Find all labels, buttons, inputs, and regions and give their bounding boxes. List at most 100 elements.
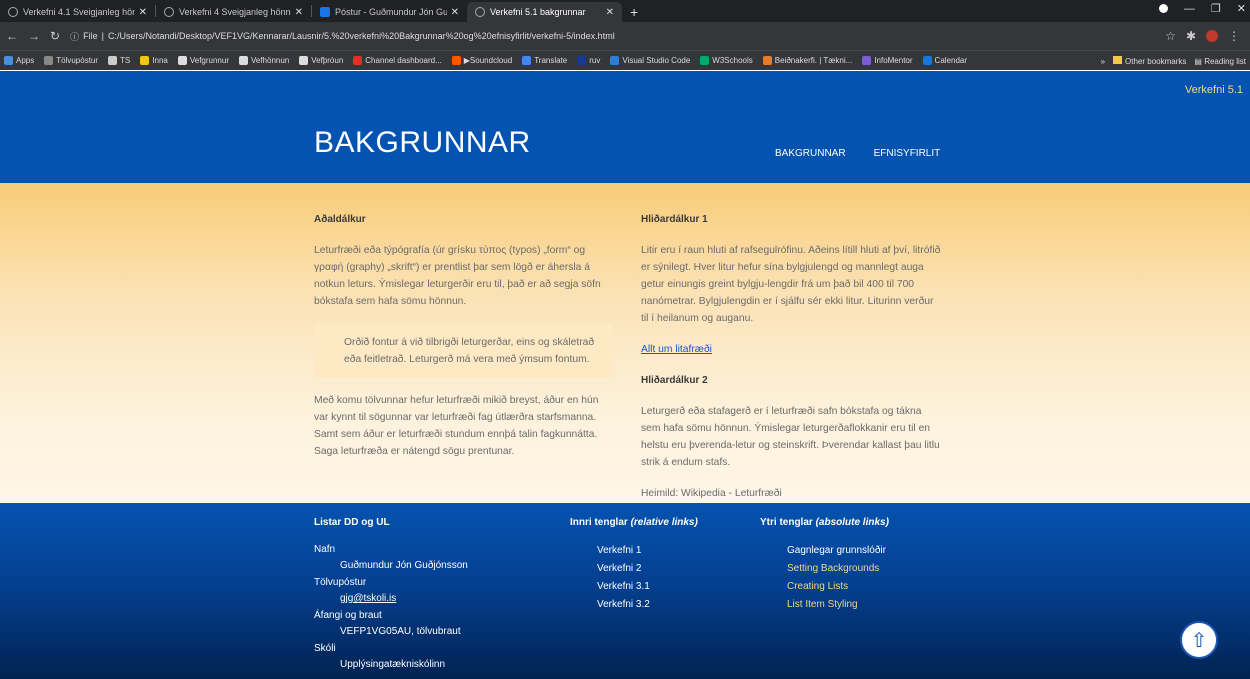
aside-paragraph-1: Litir eru í raun hluti af rafsegulrófinu… <box>641 245 941 324</box>
bookmark-item[interactable]: ruv <box>577 56 600 65</box>
forward-icon[interactable]: → <box>28 29 40 43</box>
outlook-icon <box>320 7 330 17</box>
content-area: Aðaldálkur Leturfræði eða týpógrafía (úr… <box>0 183 1250 503</box>
dl-desc: gjg@tskoli.is <box>314 591 468 607</box>
nav-link-bakgrunnar[interactable]: BAKGRUNNAR <box>775 148 846 159</box>
list-item: Gagnlegar grunnslóðir <box>760 542 889 560</box>
main-nav: BAKGRUNNAR EFNISYFIRLIT <box>775 148 940 159</box>
bookmark-label: Channel dashboard... <box>365 56 442 65</box>
list-item: Verkefni 3.2 <box>570 596 698 614</box>
absolute-link[interactable]: List Item Styling <box>787 599 858 610</box>
minimize-icon[interactable]: — <box>1184 3 1195 15</box>
bookmark-item[interactable]: TS <box>108 56 130 65</box>
address-bar[interactable]: ⓘ File | C:/Users/Notandi/Desktop/VEF1VG… <box>70 30 1155 43</box>
aside-heading-1: Hliðardálkur 1 <box>641 214 708 225</box>
close-icon[interactable]: ✕ <box>606 7 614 18</box>
site-header: Verkefni 5.1 BAKGRUNNAR BAKGRUNNAR EFNIS… <box>0 71 1250 183</box>
bookmark-item[interactable]: W3Schools <box>700 56 753 65</box>
browser-tab[interactable]: Póstur - Guðmundur Jón Guðjón ✕ <box>312 2 467 22</box>
bookmark-label: Vefþróun <box>311 56 344 65</box>
dl-term: Tölvupóstur <box>314 577 367 588</box>
relative-link[interactable]: Verkefni 3.1 <box>597 581 650 592</box>
bookmark-item[interactable]: Tölvupóstur <box>44 56 98 65</box>
browser-tab[interactable]: Verkefni 4.1 Sveigjanleg hönnun ✕ <box>0 2 155 22</box>
bookmark-item[interactable]: Calendar <box>922 56 968 65</box>
bookmark-favicon-icon <box>522 56 532 65</box>
main-paragraph-2: Með komu tölvunnar hefur leturfræði miki… <box>314 395 599 457</box>
address-separator: | <box>101 31 104 41</box>
bookmark-favicon-icon <box>353 56 363 65</box>
close-icon[interactable]: ✕ <box>139 7 147 18</box>
address-url: C:/Users/Notandi/Desktop/VEF1VG/Kennarar… <box>107 31 615 41</box>
tab-title: Póstur - Guðmundur Jón Guðjón <box>335 7 447 17</box>
window-controls: — ❐ ✕ <box>1158 2 1246 15</box>
bookmark-item[interactable]: ▶Soundcloud <box>451 56 512 65</box>
bookmark-item[interactable]: Vefþróun <box>299 56 343 65</box>
reload-icon[interactable]: ↻ <box>50 29 60 43</box>
tab-title: Verkefni 5.1 bakgrunnar <box>490 7 586 17</box>
list-item: Creating Lists <box>760 578 889 596</box>
main-paragraph-1: Leturfræði eða týpógrafía (úr grísku τύπ… <box>314 245 601 307</box>
footer-col-absolute: Ytri tenglar (absolute links) Gagnlegar … <box>760 517 889 614</box>
heading-text: Innri tenglar <box>570 517 631 528</box>
heading-text: Ytri tenglar <box>760 517 816 528</box>
globe-icon <box>475 7 485 17</box>
dl-desc: VEFP1VG05AU, tölvubraut <box>340 626 461 637</box>
other-bookmarks[interactable]: Other bookmarks <box>1113 56 1186 66</box>
reading-list[interactable]: ▤ Reading list <box>1194 57 1246 66</box>
absolute-link[interactable]: Setting Backgrounds <box>787 563 879 574</box>
bookmark-item[interactable]: Apps <box>4 56 34 65</box>
bookmark-label: Apps <box>16 56 35 65</box>
heading-em: (absolute links) <box>815 517 889 528</box>
absolute-link[interactable]: Gagnlegar grunnslóðir <box>787 545 886 556</box>
nav-link-efnisyfirlit[interactable]: EFNISYFIRLIT <box>874 148 941 159</box>
reading-list-label: Reading list <box>1204 56 1246 66</box>
browser-toolbar: ← → ↻ ⓘ File | C:/Users/Notandi/Desktop/… <box>0 22 1250 50</box>
footer-col-dd: Listar DD og UL Nafn Guðmundur Jón Guðjó… <box>314 517 468 674</box>
email-link[interactable]: gjg@tskoli.is <box>340 593 396 604</box>
dl-desc: Upplýsingatækniskólinn <box>340 659 446 670</box>
bookmark-favicon-icon <box>108 56 118 65</box>
relative-link[interactable]: Verkefni 1 <box>597 545 641 556</box>
back-icon[interactable]: ← <box>6 29 18 43</box>
bookmark-item[interactable]: Translate <box>522 56 567 65</box>
bookmark-label: Beiðnakerfi. | Tækni... <box>774 56 853 65</box>
bookmark-item[interactable]: Visual Studio Code <box>610 56 690 65</box>
star-icon[interactable]: ☆ <box>1165 29 1176 43</box>
bookmark-item[interactable]: Beiðnakerfi. | Tækni... <box>762 56 853 65</box>
browser-tab[interactable]: Verkefni 4 Sveigjanleg hönnun ✕ <box>156 2 311 22</box>
bookmark-item[interactable]: InfoMentor <box>862 56 913 65</box>
new-tab-button[interactable]: + <box>622 2 646 22</box>
color-theory-link[interactable]: Allt um litafræði <box>641 344 712 355</box>
tab-title: Verkefni 4 Sveigjanleg hönnun <box>179 7 291 17</box>
close-icon[interactable]: ✕ <box>451 7 459 18</box>
close-icon[interactable]: ✕ <box>295 7 303 18</box>
absolute-links-list: Gagnlegar grunnslóðir Setting Background… <box>760 542 889 614</box>
bookmark-item[interactable]: Vefgrunnur <box>177 56 229 65</box>
dl-term: Skóli <box>314 643 336 654</box>
close-window-icon[interactable]: ✕ <box>1237 2 1246 15</box>
puzzle-icon[interactable]: ✱ <box>1186 29 1196 43</box>
browser-tab-strip: Verkefni 4.1 Sveigjanleg hönnun ✕ Verkef… <box>0 0 1250 22</box>
relative-link[interactable]: Verkefni 2 <box>597 563 641 574</box>
bookmark-item[interactable]: Vefhönnun <box>238 56 289 65</box>
avatar[interactable] <box>1206 30 1218 42</box>
profile-dot-icon[interactable] <box>1158 4 1168 13</box>
footer-heading-relative: Innri tenglar (relative links) <box>570 517 698 528</box>
absolute-link[interactable]: Creating Lists <box>787 581 848 592</box>
bookmark-favicon-icon <box>922 56 932 65</box>
relative-link[interactable]: Verkefni 3.2 <box>597 599 650 610</box>
blockquote: Orðið fontur á við tilbrigði leturgerðar… <box>314 324 612 378</box>
more-bookmarks-icon[interactable]: » <box>1101 57 1105 66</box>
list-item: List Item Styling <box>760 596 889 614</box>
bookmark-label: Calendar <box>934 56 968 65</box>
bookmark-item[interactable]: Channel dashboard... <box>353 56 442 65</box>
restore-icon[interactable]: ❐ <box>1211 2 1221 15</box>
bookmark-label: Visual Studio Code <box>622 56 691 65</box>
browser-tab-active[interactable]: Verkefni 5.1 bakgrunnar ✕ <box>467 2 622 22</box>
bookmark-item[interactable]: Inna <box>140 56 168 65</box>
bookmark-favicon-icon <box>4 56 13 65</box>
info-icon[interactable]: ⓘ <box>70 30 79 43</box>
kebab-menu-icon[interactable]: ⋮ <box>1228 29 1240 43</box>
scroll-to-top-button[interactable]: ⇧ <box>1180 621 1218 659</box>
